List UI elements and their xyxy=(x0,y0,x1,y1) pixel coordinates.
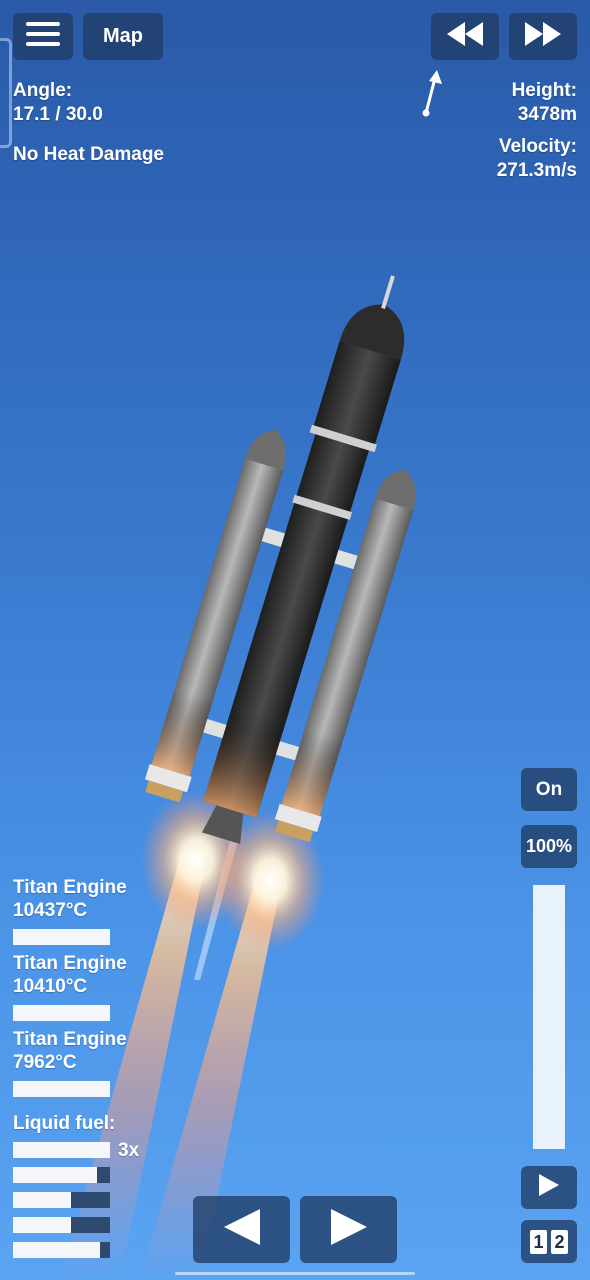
home-indicator xyxy=(175,1272,415,1275)
offscreen-hex-marker xyxy=(0,38,12,148)
engine-temp: 10437°C xyxy=(13,900,88,921)
fuel-bar-fill xyxy=(13,1142,110,1158)
fuel-bar xyxy=(13,1142,110,1158)
angle-label: Angle: xyxy=(13,80,73,101)
fuel-bar-fill xyxy=(13,1167,97,1183)
engine-toggle-label: On xyxy=(535,778,563,800)
throttle-slider[interactable] xyxy=(533,885,565,1149)
throttle-percent-label: 100% xyxy=(525,836,573,856)
engine-heat-bar xyxy=(13,929,110,945)
throttle-fill xyxy=(533,885,565,1149)
fuel-multiplier: 3x xyxy=(118,1140,140,1161)
fuel-label: Liquid fuel: xyxy=(13,1113,116,1134)
fuel-bar xyxy=(13,1217,110,1233)
fast-forward-icon xyxy=(523,21,563,52)
engine-name: Titan Engine xyxy=(13,877,127,898)
map-button[interactable]: Map xyxy=(83,13,163,60)
engine-name: Titan Engine xyxy=(13,1029,127,1050)
rocket xyxy=(144,275,417,845)
fuel-bar xyxy=(13,1167,110,1183)
rotate-right-icon xyxy=(329,1207,369,1252)
velocity-value: 271.3m/s xyxy=(496,160,577,181)
engine-temp: 7962°C xyxy=(13,1052,77,1073)
throttle-percent-button[interactable]: 100% xyxy=(521,825,577,868)
engine-temp: 10410°C xyxy=(13,976,88,997)
fuel-bar-fill xyxy=(13,1242,100,1258)
fuel-bar-fill xyxy=(13,1217,71,1233)
height-label: Height: xyxy=(511,80,577,101)
angle-value: 17.1 / 30.0 xyxy=(13,104,103,125)
map-button-label: Map xyxy=(103,25,143,47)
stage-button[interactable] xyxy=(521,1166,577,1209)
heat-status: No Heat Damage xyxy=(13,144,164,165)
engine-heat-bar xyxy=(13,1081,110,1097)
stage-one[interactable]: 1 xyxy=(530,1229,547,1254)
fuel-bar xyxy=(13,1192,110,1208)
engine-heat-bar xyxy=(13,1005,110,1021)
menu-button[interactable] xyxy=(13,13,73,60)
rewind-icon xyxy=(445,21,485,52)
height-value: 3478m xyxy=(517,104,577,125)
engine-toggle-button[interactable]: On xyxy=(521,768,577,811)
fuel-bar-fill xyxy=(13,1192,71,1208)
stage-number-buttons[interactable]: 1 2 xyxy=(521,1220,577,1263)
engine-name: Titan Engine xyxy=(13,953,127,974)
rewind-button[interactable] xyxy=(431,13,499,60)
rotate-right-button[interactable] xyxy=(300,1196,397,1263)
play-icon xyxy=(538,1173,560,1202)
direction-arrow-icon xyxy=(416,68,448,123)
fast-forward-button[interactable] xyxy=(509,13,577,60)
fuel-bar xyxy=(13,1242,110,1258)
velocity-label: Velocity: xyxy=(498,136,577,157)
rotate-left-button[interactable] xyxy=(193,1196,290,1263)
stage-two[interactable]: 2 xyxy=(551,1229,568,1254)
rotate-left-icon xyxy=(222,1207,262,1252)
hamburger-icon xyxy=(26,21,60,52)
